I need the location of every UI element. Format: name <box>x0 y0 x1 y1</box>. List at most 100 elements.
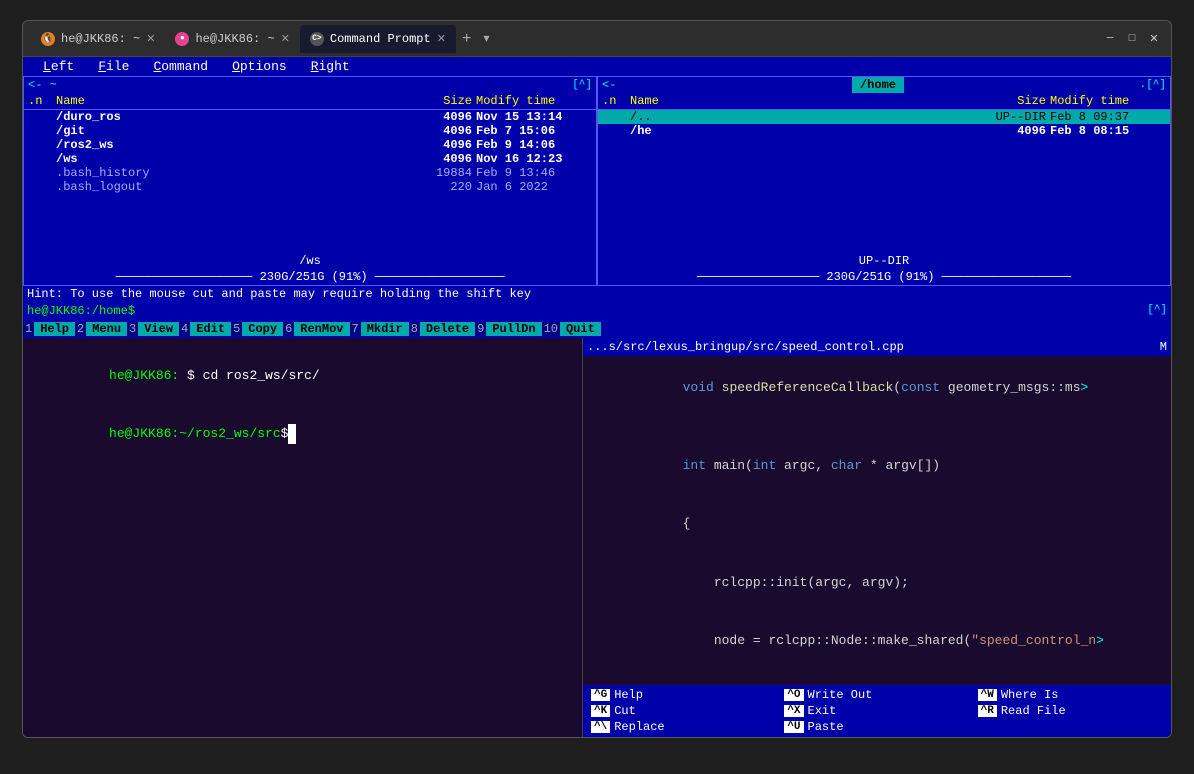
fn-quit[interactable]: 10Quit <box>542 320 601 338</box>
fn-mkdir[interactable]: 7Mkdir <box>350 320 409 338</box>
terminal-prompt-1: he@JKK86: <box>109 368 179 383</box>
fn-edit[interactable]: 4Edit <box>179 320 231 338</box>
mc-prompt-text: he@JKK86:/home$ <box>27 304 135 318</box>
right-title-right: .[^] <box>1140 79 1166 91</box>
linux-icon: 🐧 <box>41 32 55 46</box>
tab-cmd[interactable]: C> Command Prompt ✕ <box>300 25 456 53</box>
ubuntu-icon: ● <box>175 32 189 46</box>
menu-left[interactable]: Left <box>31 59 86 74</box>
title-bar: 🐧 he@JKK86: ~ ✕ ● he@JKK86: ~ ✕ C> Comma… <box>23 21 1171 57</box>
left-panel-disk: ─────────────────── 230G/251G (91%) ────… <box>24 269 596 285</box>
main-window: 🐧 he@JKK86: ~ ✕ ● he@JKK86: ~ ✕ C> Comma… <box>22 20 1172 738</box>
tab-label-1: he@JKK86: ~ <box>61 32 140 46</box>
left-header-n: .n <box>28 94 56 108</box>
left-file-duro_ros[interactable]: /duro_ros 4096 Nov 15 13:14 <box>24 110 596 124</box>
left-file-bash_logout[interactable]: .bash_logout 220 Jan 6 2022 <box>24 180 596 194</box>
right-header-size: Size <box>976 94 1046 108</box>
maximize-button[interactable]: □ <box>1123 30 1141 48</box>
right-title-left: <- <box>602 78 616 92</box>
mc-fn-bar: 1Help 2Menu 3View 4Edit 5Copy 6RenMov <box>23 320 1171 338</box>
nano-content[interactable]: void speedReferenceCallback(const geomet… <box>583 356 1171 685</box>
nano-title-bar: ...s/src/lexus_bringup/src/speed_control… <box>583 338 1171 356</box>
right-file-dotdot[interactable]: /.. UP--DIR Feb 8 09:37 <box>598 110 1170 124</box>
nano-cmd-write[interactable]: ^O Write Out <box>780 687 973 703</box>
mc-area: Left File Command Options Right <- ~ [^]… <box>23 57 1171 338</box>
tab-close-3[interactable]: ✕ <box>437 32 446 46</box>
tab-label-2: he@JKK86: ~ <box>195 32 274 46</box>
fn-copy[interactable]: 5Copy <box>231 320 283 338</box>
nano-cmd-paste[interactable]: ^U Paste <box>780 719 973 735</box>
right-panel-disk: ───────────────── 230G/251G (91%) ──────… <box>598 269 1170 285</box>
mc-hint: Hint: To use the mouse cut and paste may… <box>23 286 1171 302</box>
nano-cmd-where[interactable]: ^W Where Is <box>974 687 1167 703</box>
nano-cmd-cut[interactable]: ^K Cut <box>587 703 780 719</box>
code-line-1: void speedReferenceCallback(const geomet… <box>589 358 1165 417</box>
terminal-main: Left File Command Options Right <- ~ [^]… <box>23 57 1171 737</box>
minimize-button[interactable]: ─ <box>1101 30 1119 48</box>
fn-help[interactable]: 1Help <box>23 320 75 338</box>
fn-pulldn[interactable]: 9PullDn <box>475 320 541 338</box>
tab-label-3: Command Prompt <box>330 32 431 46</box>
cursor-block <box>288 424 296 444</box>
left-panel-title: <- ~ [^] <box>24 77 596 93</box>
left-title-right: [^] <box>572 79 592 91</box>
menu-command[interactable]: Command <box>141 59 220 74</box>
close-button[interactable]: ✕ <box>1145 30 1163 48</box>
nano-cmd-help[interactable]: ^G Help <box>587 687 780 703</box>
left-title-left: <- ~ <box>28 78 57 92</box>
tab-close-1[interactable]: ✕ <box>146 32 155 46</box>
terminal-cursor: $ <box>281 426 289 441</box>
left-file-bash_history[interactable]: .bash_history 19884 Feb 9 13:46 <box>24 166 596 180</box>
code-line-3: { <box>589 495 1165 554</box>
mc-input-bar: he@JKK86:/home$ [^] <box>23 302 1171 320</box>
code-line-6: auto sub_current_speed = node->create_su… <box>589 670 1165 685</box>
terminal-pane[interactable]: he@JKK86: $ cd ros2_ws/src/ he@JKK86:~/r… <box>23 338 583 737</box>
mc-panels: <- ~ [^] .n Name Size Modify time /duro_… <box>23 76 1171 286</box>
right-header-name: Name <box>630 94 976 108</box>
nano-pane: ...s/src/lexus_bringup/src/speed_control… <box>583 338 1171 737</box>
left-file-git[interactable]: /git 4096 Feb 7 15:06 <box>24 124 596 138</box>
right-panel-path: /home <box>852 77 904 93</box>
mc-left-panel: <- ~ [^] .n Name Size Modify time /duro_… <box>23 76 597 286</box>
new-tab-button[interactable]: + <box>456 30 478 48</box>
terminal-line-2: he@JKK86:~/ros2_ws/src$ <box>31 405 574 464</box>
tab-close-2[interactable]: ✕ <box>281 32 290 46</box>
menu-right[interactable]: Right <box>299 59 362 74</box>
tabs-bar: 🐧 he@JKK86: ~ ✕ ● he@JKK86: ~ ✕ C> Comma… <box>31 25 1101 53</box>
mc-prompt: he@JKK86:/home$ <box>27 304 1147 318</box>
nano-filename: ...s/src/lexus_bringup/src/speed_control… <box>587 340 904 354</box>
nano-cmd-read[interactable]: ^R Read File <box>974 703 1167 719</box>
fn-menu[interactable]: 2Menu <box>75 320 127 338</box>
left-file-ros2_ws[interactable]: /ros2_ws 4096 Feb 9 14:06 <box>24 138 596 152</box>
nano-cmd-replace[interactable]: ^\ Replace <box>587 719 780 735</box>
left-file-ws[interactable]: /ws 4096 Nov 16 12:23 <box>24 152 596 166</box>
fn-delete[interactable]: 8Delete <box>409 320 475 338</box>
code-line-blank <box>589 417 1165 437</box>
tab-dropdown[interactable]: ▾ <box>478 31 496 46</box>
mc-right-panel: <- /home .[^] .n Name Size Modify time <box>597 76 1171 286</box>
menu-file[interactable]: File <box>86 59 141 74</box>
left-panel-header: .n Name Size Modify time <box>24 93 596 110</box>
right-file-he[interactable]: /he 4096 Feb 8 08:15 <box>598 124 1170 138</box>
window-controls: ─ □ ✕ <box>1101 30 1163 48</box>
right-panel-title: <- /home .[^] <box>598 77 1170 93</box>
cmd-icon: C> <box>310 32 324 46</box>
nano-modified: M <box>1160 340 1167 354</box>
mc-scroll-indicator: [^] <box>1147 304 1167 318</box>
tab-ubuntu[interactable]: ● he@JKK86: ~ ✕ <box>165 25 299 53</box>
nano-cmd-exit[interactable]: ^X Exit <box>780 703 973 719</box>
tab-linux[interactable]: 🐧 he@JKK86: ~ ✕ <box>31 25 165 53</box>
left-header-name: Name <box>56 94 402 108</box>
terminal-prompt-2: he@JKK86:~/ros2_ws/src <box>109 426 281 441</box>
fn-view[interactable]: 3View <box>127 320 179 338</box>
terminal-line-1: he@JKK86: $ cd ros2_ws/src/ <box>31 346 574 405</box>
bottom-area: he@JKK86: $ cd ros2_ws/src/ he@JKK86:~/r… <box>23 338 1171 737</box>
code-line-2: int main(int argc, char * argv[]) <box>589 436 1165 495</box>
fn-renmov[interactable]: 6RenMov <box>283 320 349 338</box>
right-panel-current: UP--DIR <box>598 253 1170 269</box>
left-header-modify: Modify time <box>472 94 592 108</box>
code-line-5: node = rclcpp::Node::make_shared("speed_… <box>589 612 1165 671</box>
code-line-4: rclcpp::init(argc, argv); <box>589 553 1165 612</box>
menu-options[interactable]: Options <box>220 59 299 74</box>
mc-menu-bar: Left File Command Options Right <box>23 57 1171 76</box>
